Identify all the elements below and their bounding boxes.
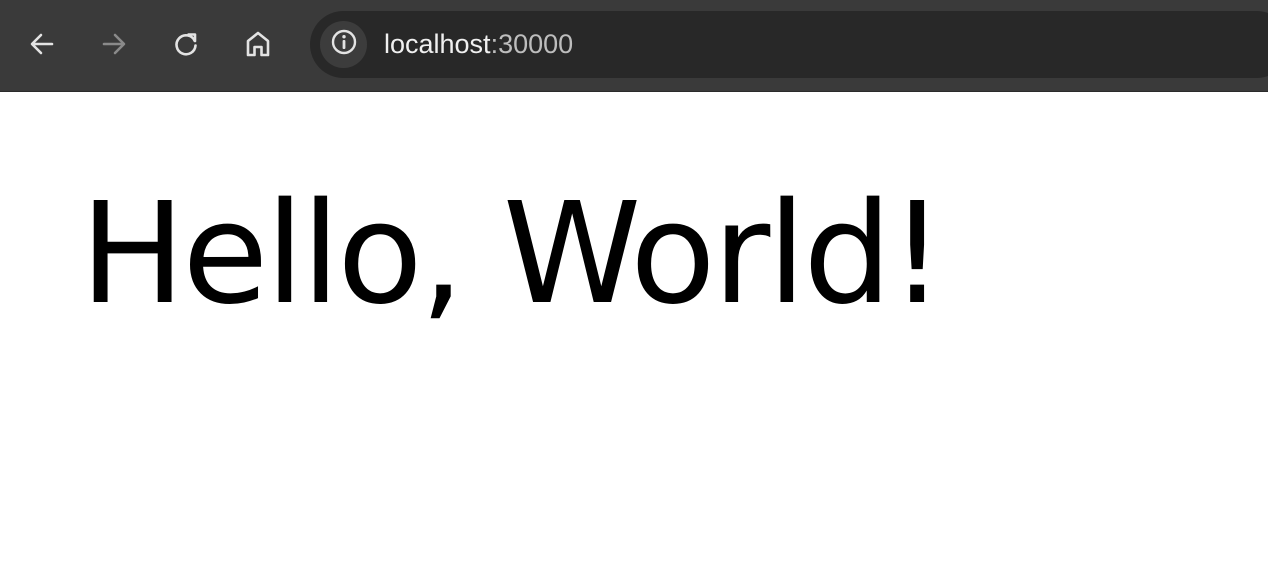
home-icon [243, 29, 273, 59]
site-info-button[interactable] [320, 21, 367, 68]
url-port: :30000 [490, 29, 574, 59]
address-bar[interactable]: localhost:30000 [310, 11, 1268, 78]
page-heading: Hello, World! [80, 173, 945, 336]
browser-toolbar: localhost:30000 [0, 0, 1268, 92]
reload-icon [172, 30, 200, 58]
home-button[interactable] [238, 24, 278, 64]
url-host: localhost [384, 29, 491, 59]
reload-button[interactable] [166, 24, 206, 64]
forward-button[interactable] [94, 24, 134, 64]
arrow-left-icon [28, 30, 56, 58]
info-icon [330, 28, 358, 61]
url-text[interactable]: localhost:30000 [384, 11, 573, 78]
arrow-right-icon [100, 30, 128, 58]
page-content: Hello, World! [0, 92, 1268, 588]
back-button[interactable] [22, 24, 62, 64]
